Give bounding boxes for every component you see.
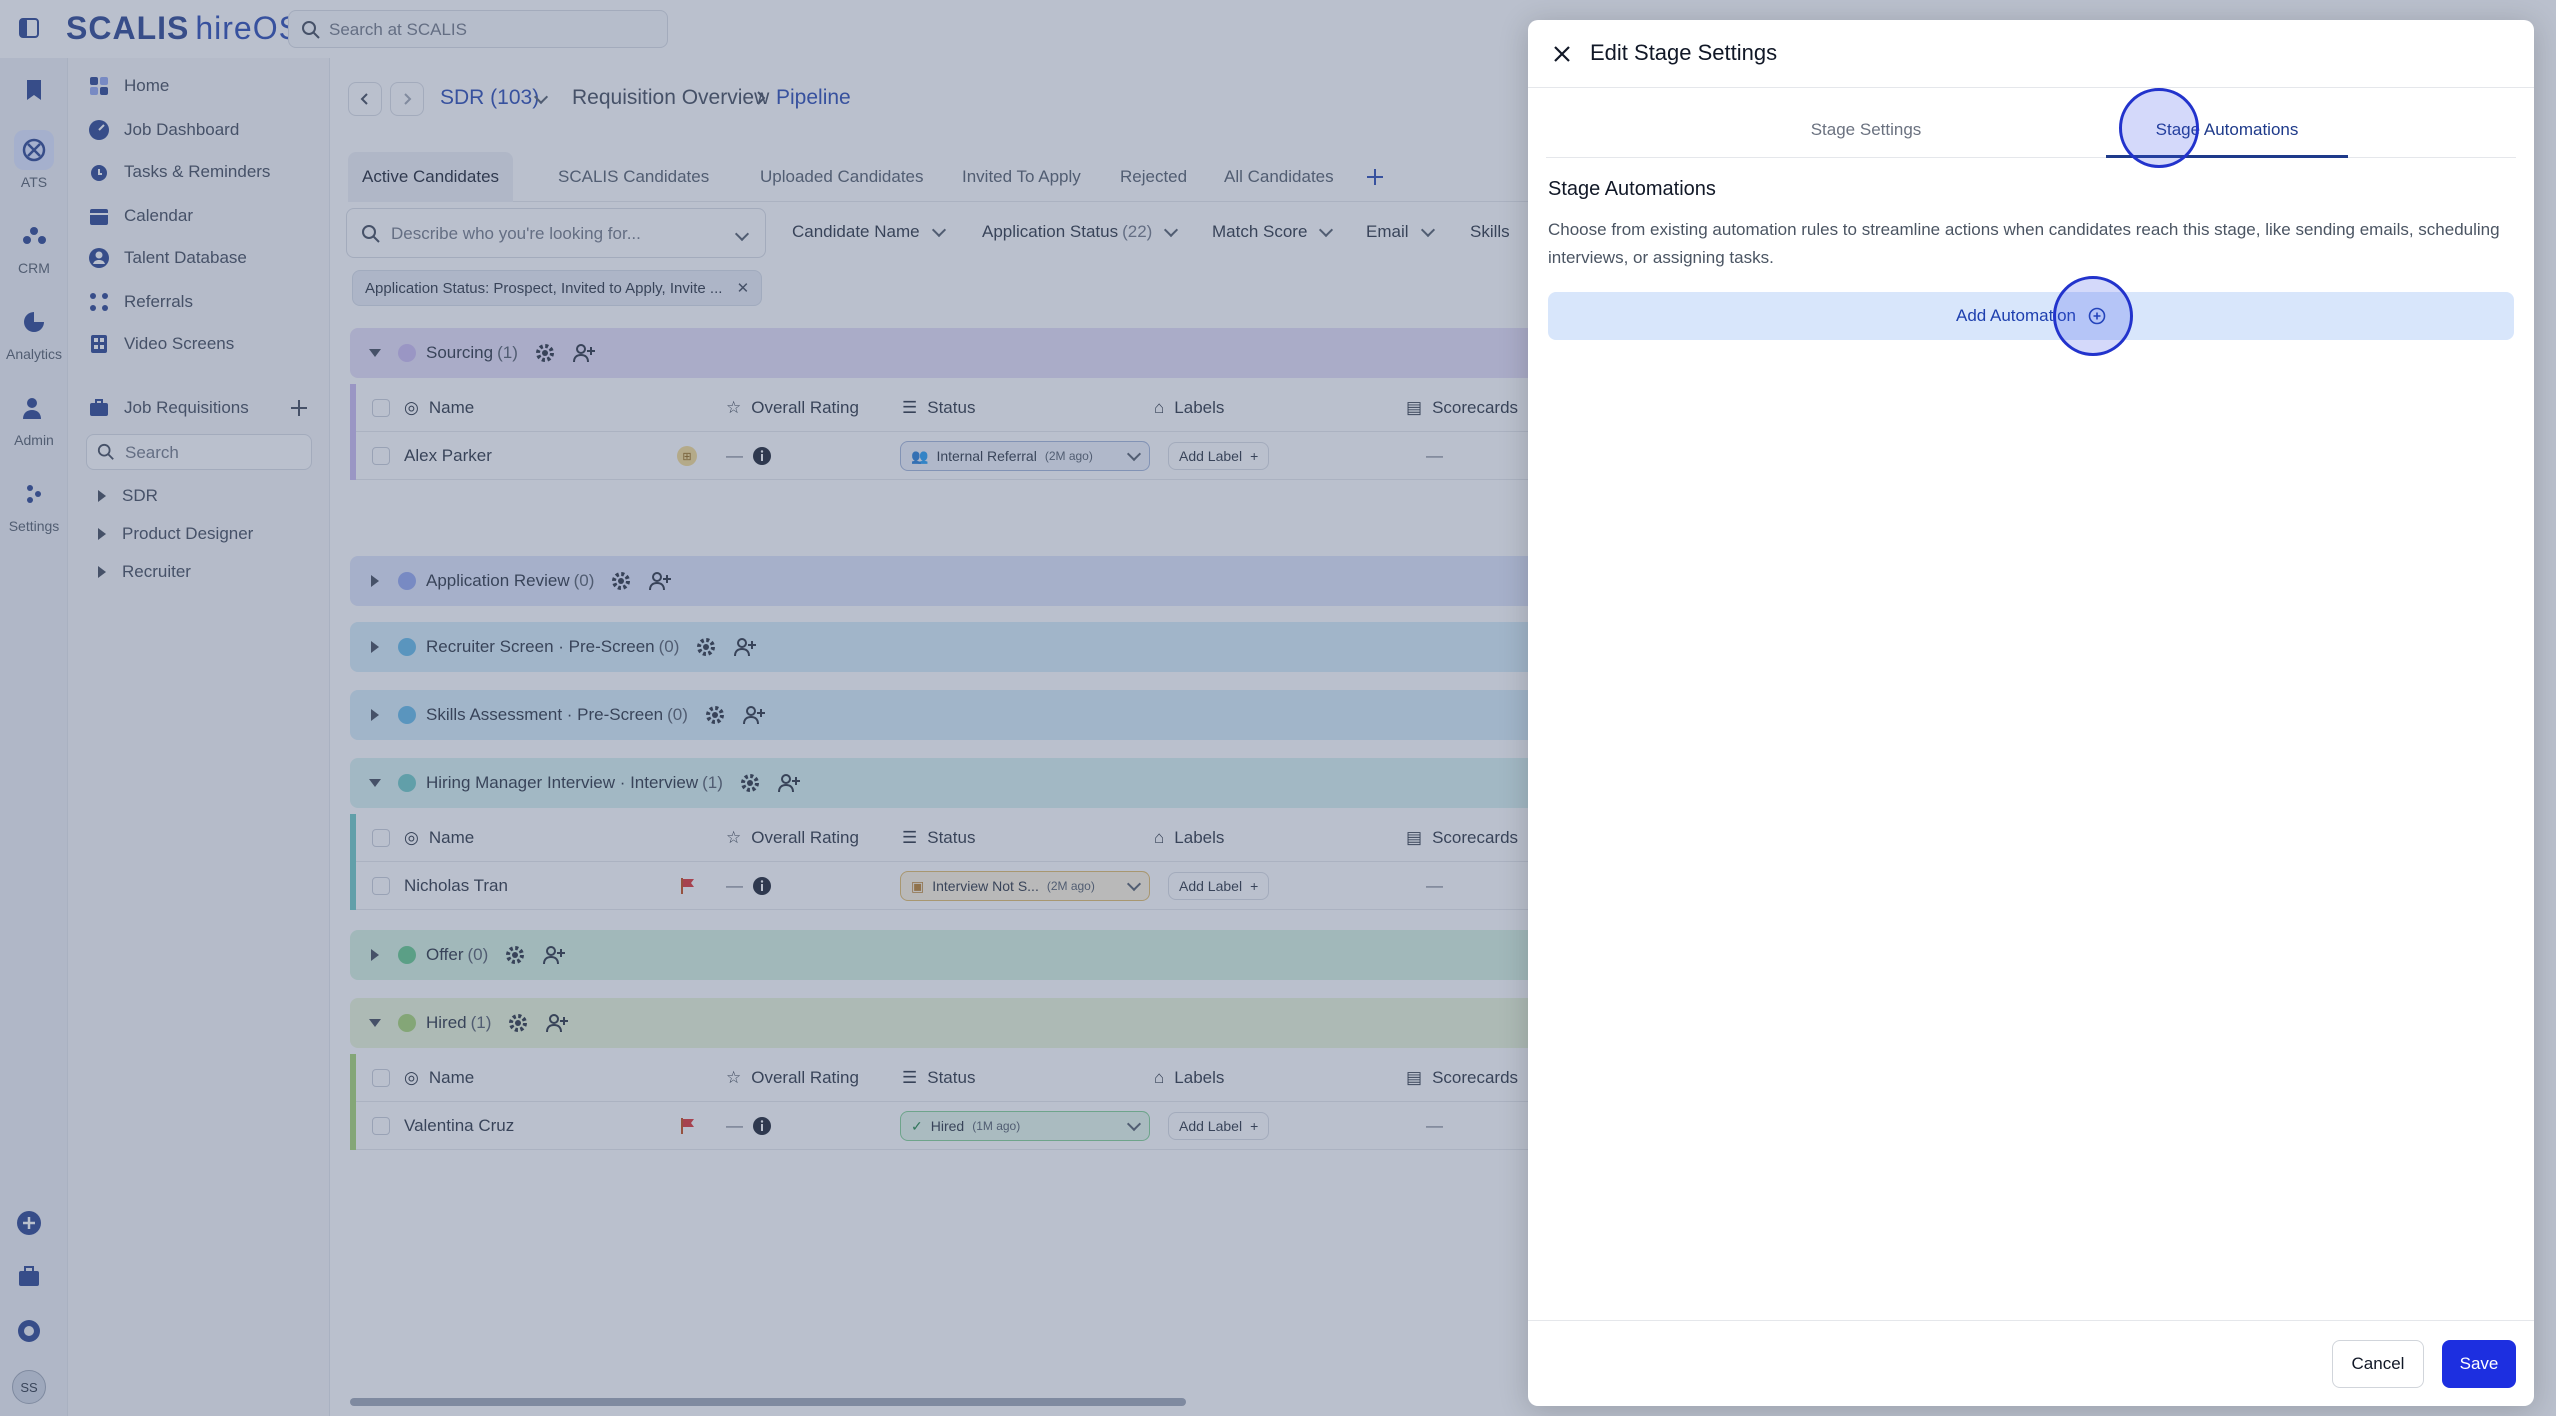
- click-indicator: [2119, 88, 2199, 168]
- panel-footer: Cancel Save: [1528, 1320, 2534, 1406]
- add-automation-button[interactable]: Add Automation: [1548, 292, 2514, 340]
- click-indicator: [2053, 276, 2133, 356]
- cancel-button[interactable]: Cancel: [2332, 1340, 2424, 1388]
- edit-stage-settings-panel: Edit Stage Settings Stage Settings Stage…: [1528, 20, 2534, 1406]
- tab-stage-settings[interactable]: Stage Settings: [1746, 108, 1986, 158]
- panel-title: Edit Stage Settings: [1590, 40, 1778, 65]
- section-description: Choose from existing automation rules to…: [1548, 220, 2500, 267]
- close-icon: [1554, 46, 1570, 62]
- save-button[interactable]: Save: [2442, 1340, 2516, 1388]
- section-title: Stage Automations: [1548, 178, 1716, 200]
- panel-header: Edit Stage Settings: [1528, 20, 2534, 88]
- panel-tabs: Stage Settings Stage Automations: [1546, 108, 2516, 158]
- close-panel-button[interactable]: [1548, 40, 1576, 68]
